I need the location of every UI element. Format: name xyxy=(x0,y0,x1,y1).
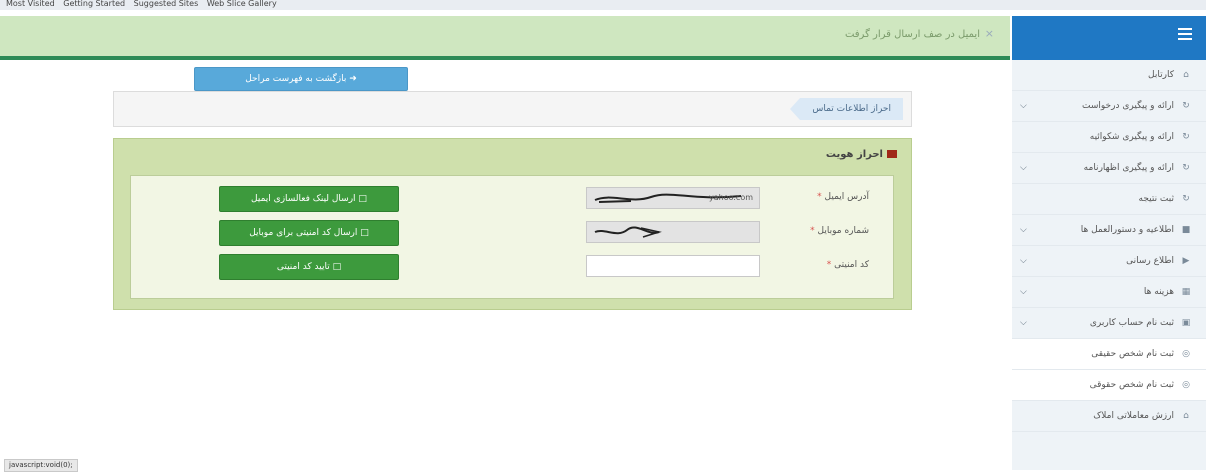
sidebar-item-label: هزینه ها xyxy=(1143,287,1174,297)
success-alert: × ایمیل در صف ارسال قرار گرفت xyxy=(0,16,1010,60)
send-email-activation-button[interactable]: □ ارسال لینک فعالسازی ایمیل xyxy=(219,186,399,212)
mobile-row: شماره موبایل * □ ارسال کد امنیتی برای مو… xyxy=(131,220,893,246)
identity-form: آدرس ایمیل * yahoo.com □ ارسال لینک فعال… xyxy=(130,175,894,299)
sidebar-item-label: ارائه و پیگیری شکوائیه xyxy=(1089,132,1174,142)
breadcrumb-bar: احراز اطلاعات تماس xyxy=(113,91,912,127)
chevron-down-icon[interactable]: ⌵ xyxy=(1020,215,1027,245)
chevron-down-icon[interactable]: ⌵ xyxy=(1020,91,1027,121)
confirm-security-code-button[interactable]: □ تایید کد امنیتی xyxy=(219,254,399,280)
home-icon: ⌂ xyxy=(1183,70,1189,80)
bookmark-web-slice-gallery[interactable]: Web Slice Gallery xyxy=(207,0,277,8)
panel-title: احراز هویت xyxy=(826,149,897,160)
sidebar-item-label: اطلاع رسانی xyxy=(1126,256,1174,266)
alert-close-button[interactable]: × xyxy=(985,27,994,40)
send-mobile-code-button[interactable]: □ ارسال کد امنیتی برای موبایل xyxy=(219,220,399,246)
refresh-icon: ↻ xyxy=(1182,194,1190,204)
sidebar-item[interactable]: ↻ ارائه و پیگیری اظهارنامه ⌵ xyxy=(1012,153,1206,184)
chevron-down-icon[interactable]: ⌵ xyxy=(1020,308,1027,338)
sidebar-item[interactable]: ◎ ثبت نام شخص حقوقی xyxy=(1012,370,1206,401)
sidebar-item-label: ثبت نام شخص حقوقی xyxy=(1089,380,1174,390)
email-row: آدرس ایمیل * yahoo.com □ ارسال لینک فعال… xyxy=(131,186,893,212)
email-value: yahoo.com xyxy=(709,193,753,202)
calculator-icon: ▦ xyxy=(1181,287,1191,297)
eye-icon: ◎ xyxy=(1182,380,1190,390)
sidebar-item-label: ارزش معاملاتی املاک xyxy=(1093,411,1174,421)
sidebar-item-label: کارتابل xyxy=(1148,70,1174,80)
mobile-label: شماره موبایل * xyxy=(810,226,869,236)
sidebar-item-label: ثبت نام شخص حقیقی xyxy=(1091,349,1174,359)
bookmarks-bar: Most Visited Getting Started Suggested S… xyxy=(0,0,1206,10)
home-icon: ⌂ xyxy=(1183,411,1189,421)
panel-title-text: احراز هویت xyxy=(825,149,883,160)
security-code-row: کد امنیتی * □ تایید کد امنیتی xyxy=(131,254,893,280)
edit-icon: ▣ xyxy=(1181,318,1191,328)
identity-panel: احراز هویت آدرس ایمیل * yahoo.com □ ارسا… xyxy=(113,138,912,310)
back-to-steps-button[interactable]: ➜ بازگشت به فهرست مراحل xyxy=(194,67,408,91)
sidebar-item[interactable]: ⌂ ارزش معاملاتی املاک xyxy=(1012,401,1206,432)
table-icon xyxy=(887,150,897,158)
email-label: آدرس ایمیل * xyxy=(817,192,869,202)
sidebar-item-label: ثبت نام حساب کاربری xyxy=(1089,318,1174,328)
email-field[interactable]: yahoo.com xyxy=(586,187,760,209)
status-bar: javascript:void(0); xyxy=(4,459,78,472)
alert-message: ایمیل در صف ارسال قرار گرفت xyxy=(844,29,980,40)
chevron-down-icon[interactable]: ⌵ xyxy=(1020,153,1027,183)
back-to-steps-label: بازگشت به فهرست مراحل xyxy=(245,74,347,84)
bookmark-suggested-sites[interactable]: Suggested Sites xyxy=(134,0,199,8)
bookmark-getting-started[interactable]: Getting Started xyxy=(63,0,125,8)
sidebar: ⌂ کارتابل ↻ ارائه و پیگیری درخواست ⌵ ↻ ارائه و… xyxy=(1012,60,1206,470)
redaction-scribble xyxy=(594,226,662,238)
bookmark-most-visited[interactable]: Most Visited xyxy=(6,0,55,8)
mobile-field[interactable] xyxy=(586,221,760,243)
security-code-input[interactable] xyxy=(586,255,760,277)
sidebar-item[interactable]: ◎ ثبت نام شخص حقیقی xyxy=(1012,339,1206,370)
sidebar-item-label: ارائه و پیگیری اظهارنامه xyxy=(1083,163,1174,173)
refresh-icon: ↻ xyxy=(1182,132,1190,142)
top-bar xyxy=(1012,16,1206,60)
sidebar-item[interactable]: ↻ ارائه و پیگیری درخواست ⌵ xyxy=(1012,91,1206,122)
sidebar-item[interactable]: ■ اطلاعیه و دستورالعمل ها ⌵ xyxy=(1012,215,1206,246)
chevron-down-icon[interactable]: ⌵ xyxy=(1020,277,1027,307)
sidebar-item[interactable]: ▦ هزینه ها ⌵ xyxy=(1012,277,1206,308)
file-icon: ■ xyxy=(1181,225,1191,235)
sidebar-item[interactable]: ↻ ارائه و پیگیری شکوائیه xyxy=(1012,122,1206,153)
sidebar-item-label: ثبت نتیجه xyxy=(1138,194,1175,204)
chevron-down-icon[interactable]: ⌵ xyxy=(1020,246,1027,276)
security-code-label: کد امنیتی * xyxy=(826,260,869,270)
menu-toggle-icon[interactable] xyxy=(1178,28,1192,44)
sidebar-item-label: اطلاعیه و دستورالعمل ها xyxy=(1080,225,1174,235)
refresh-icon: ↻ xyxy=(1182,163,1190,173)
breadcrumb-step[interactable]: احراز اطلاعات تماس xyxy=(790,98,903,120)
eye-icon: ◎ xyxy=(1182,349,1190,359)
sidebar-item[interactable]: ▶ اطلاع رسانی ⌵ xyxy=(1012,246,1206,277)
refresh-icon: ↻ xyxy=(1182,101,1190,111)
sidebar-item[interactable]: ↻ ثبت نتیجه xyxy=(1012,184,1206,215)
sidebar-item-label: ارائه و پیگیری درخواست xyxy=(1082,101,1174,111)
sidebar-item[interactable]: ⌂ کارتابل xyxy=(1012,60,1206,91)
sidebar-item[interactable]: ▣ ثبت نام حساب کاربری ⌵ xyxy=(1012,308,1206,339)
megaphone-icon: ▶ xyxy=(1182,256,1190,266)
